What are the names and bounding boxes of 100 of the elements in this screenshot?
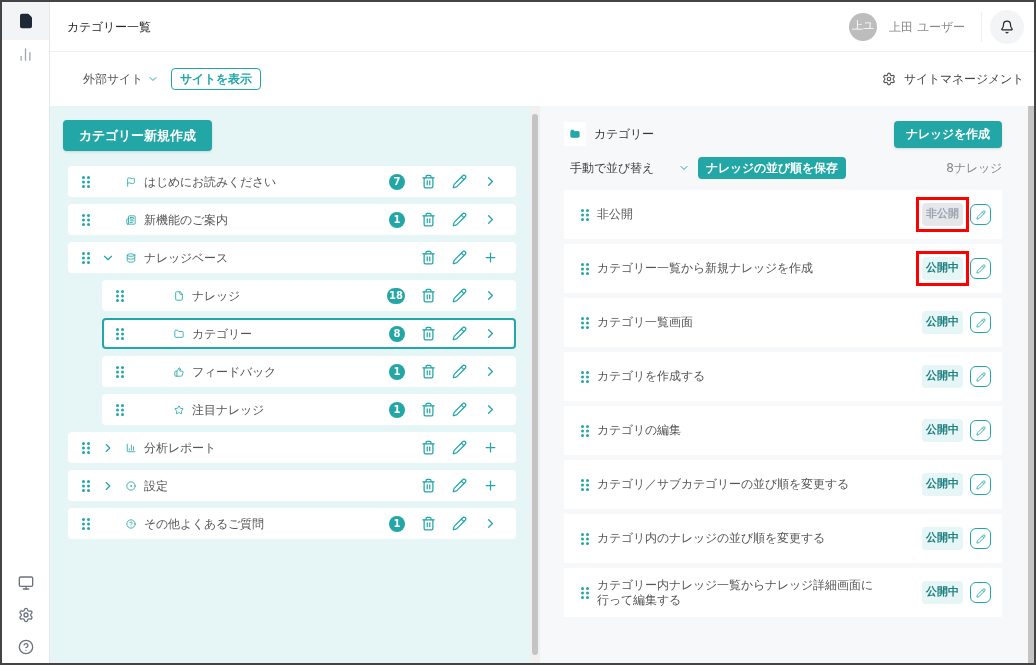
tree-row[interactable]: フィードバック 1 (102, 356, 516, 387)
pencil-icon (975, 263, 986, 274)
edit-icon[interactable] (452, 516, 467, 531)
monitor-icon[interactable] (17, 575, 34, 591)
pencil-icon (975, 533, 986, 544)
edit-icon[interactable] (452, 364, 467, 379)
pencil-icon (975, 209, 986, 220)
category-icon (126, 442, 136, 453)
sort-select[interactable]: 手動で並び替え (570, 159, 690, 177)
count-badge: 7 (389, 173, 405, 190)
drag-handle-icon[interactable] (82, 251, 90, 264)
tree-row[interactable]: ナレッジベース (68, 242, 516, 273)
category-icon (174, 404, 184, 415)
drag-handle-icon[interactable] (581, 424, 589, 437)
delete-icon[interactable] (421, 212, 436, 227)
drag-handle-icon[interactable] (581, 586, 589, 599)
folder-icon (570, 129, 580, 139)
count-badge: 1 (389, 211, 405, 228)
edit-icon[interactable] (452, 288, 467, 303)
bell-icon (1000, 19, 1014, 34)
drag-handle-icon[interactable] (82, 175, 90, 188)
delete-icon[interactable] (421, 478, 436, 493)
drag-handle-icon[interactable] (82, 479, 90, 492)
delete-icon[interactable] (421, 326, 436, 341)
gear-icon[interactable] (882, 72, 896, 86)
tree-row[interactable]: 新機能のご案内 1 (68, 204, 516, 235)
user-name[interactable]: 上田 ユーザー (889, 11, 982, 42)
delete-icon[interactable] (421, 440, 436, 455)
edit-button[interactable] (970, 528, 991, 549)
knowledge-card[interactable]: カテゴリ内のナレッジの並び順を変更する 公開中 (564, 514, 1002, 563)
tree-row[interactable]: 注目ナレッジ 1 (102, 394, 516, 425)
tree-row[interactable]: ナレッジ 18 (102, 280, 516, 311)
edit-button[interactable] (970, 204, 991, 225)
drag-handle-icon[interactable] (581, 262, 589, 275)
knowledge-card[interactable]: カテゴリ一覧画面 公開中 (564, 298, 1002, 347)
edit-icon[interactable] (452, 212, 467, 227)
tree-row[interactable]: 分析レポート (68, 432, 516, 463)
drag-handle-icon[interactable] (82, 517, 90, 530)
help-icon[interactable] (17, 639, 34, 655)
drag-handle-icon[interactable] (82, 441, 90, 454)
drag-handle-icon[interactable] (581, 316, 589, 329)
category-title: カテゴリー (594, 126, 655, 143)
delete-icon[interactable] (421, 402, 436, 417)
drag-handle-icon[interactable] (116, 403, 124, 416)
status-badge: 公開中 (922, 473, 963, 496)
knowledge-title: 行って編集する (597, 592, 682, 608)
notification-button[interactable] (990, 9, 1024, 44)
edit-button[interactable] (970, 366, 991, 387)
chart-icon[interactable] (18, 46, 33, 62)
knowledge-title: カテゴリを作成する (597, 369, 706, 384)
edit-icon[interactable] (452, 402, 467, 417)
edit-icon[interactable] (452, 326, 467, 341)
tree-row[interactable]: 設定 (68, 470, 516, 501)
delete-icon[interactable] (421, 364, 436, 379)
drag-handle-icon[interactable] (581, 478, 589, 491)
knowledge-card[interactable]: カテゴリ／サブカテゴリーの並び順を変更する 公開中 (564, 460, 1002, 509)
document-icon[interactable] (17, 13, 34, 29)
add-icon[interactable] (483, 250, 498, 265)
site-select[interactable]: 外部サイト (83, 70, 159, 88)
delete-icon[interactable] (421, 288, 436, 303)
tree-row[interactable]: カテゴリー 8 (102, 318, 516, 349)
edit-icon[interactable] (452, 174, 467, 189)
status-badge: 公開中 (922, 581, 963, 604)
edit-icon[interactable] (452, 440, 467, 455)
drag-handle-icon[interactable] (116, 327, 124, 340)
knowledge-card[interactable]: 非公開 非公開 (564, 190, 1002, 239)
knowledge-card[interactable]: カテゴリー内ナレッジ一覧からナレッジ詳細画面に 行って編集する 公開中 (564, 568, 1002, 617)
edit-button[interactable] (970, 474, 991, 495)
add-icon[interactable] (483, 478, 498, 493)
knowledge-title: カテゴリ内のナレッジの並び順を変更する (597, 531, 826, 546)
edit-button[interactable] (970, 420, 991, 441)
count-badge: 1 (389, 363, 405, 380)
category-icon (174, 290, 184, 301)
knowledge-card[interactable]: カテゴリを作成する 公開中 (564, 352, 1002, 401)
knowledge-title: カテゴリー一覧から新規ナレッジを作成 (597, 261, 814, 276)
pencil-icon (975, 317, 986, 328)
delete-icon[interactable] (421, 250, 436, 265)
category-icon (126, 518, 136, 529)
drag-handle-icon[interactable] (82, 213, 90, 226)
delete-icon[interactable] (421, 516, 436, 531)
delete-icon[interactable] (421, 174, 436, 189)
drag-handle-icon[interactable] (581, 208, 589, 221)
drag-handle-icon[interactable] (116, 365, 124, 378)
tree-row[interactable]: その他よくあるご質問 1 (68, 508, 516, 539)
add-icon[interactable] (483, 440, 498, 455)
category-name: その他よくあるご質問 (144, 515, 265, 533)
knowledge-card[interactable]: カテゴリー一覧から新規ナレッジを作成 公開中 (564, 244, 1002, 293)
edit-button[interactable] (970, 312, 991, 333)
tree-row[interactable]: はじめにお読みください 7 (68, 166, 516, 197)
drag-handle-icon[interactable] (581, 532, 589, 545)
knowledge-card[interactable]: カテゴリの編集 公開中 (564, 406, 1002, 455)
category-icon (174, 366, 184, 377)
edit-button[interactable] (970, 258, 991, 279)
edit-icon[interactable] (452, 250, 467, 265)
edit-icon[interactable] (452, 478, 467, 493)
settings-icon[interactable] (17, 607, 34, 623)
drag-handle-icon[interactable] (116, 289, 124, 302)
drag-handle-icon[interactable] (581, 370, 589, 383)
management-link[interactable]: サイトマネージメント (904, 70, 1024, 88)
edit-button[interactable] (970, 582, 991, 603)
